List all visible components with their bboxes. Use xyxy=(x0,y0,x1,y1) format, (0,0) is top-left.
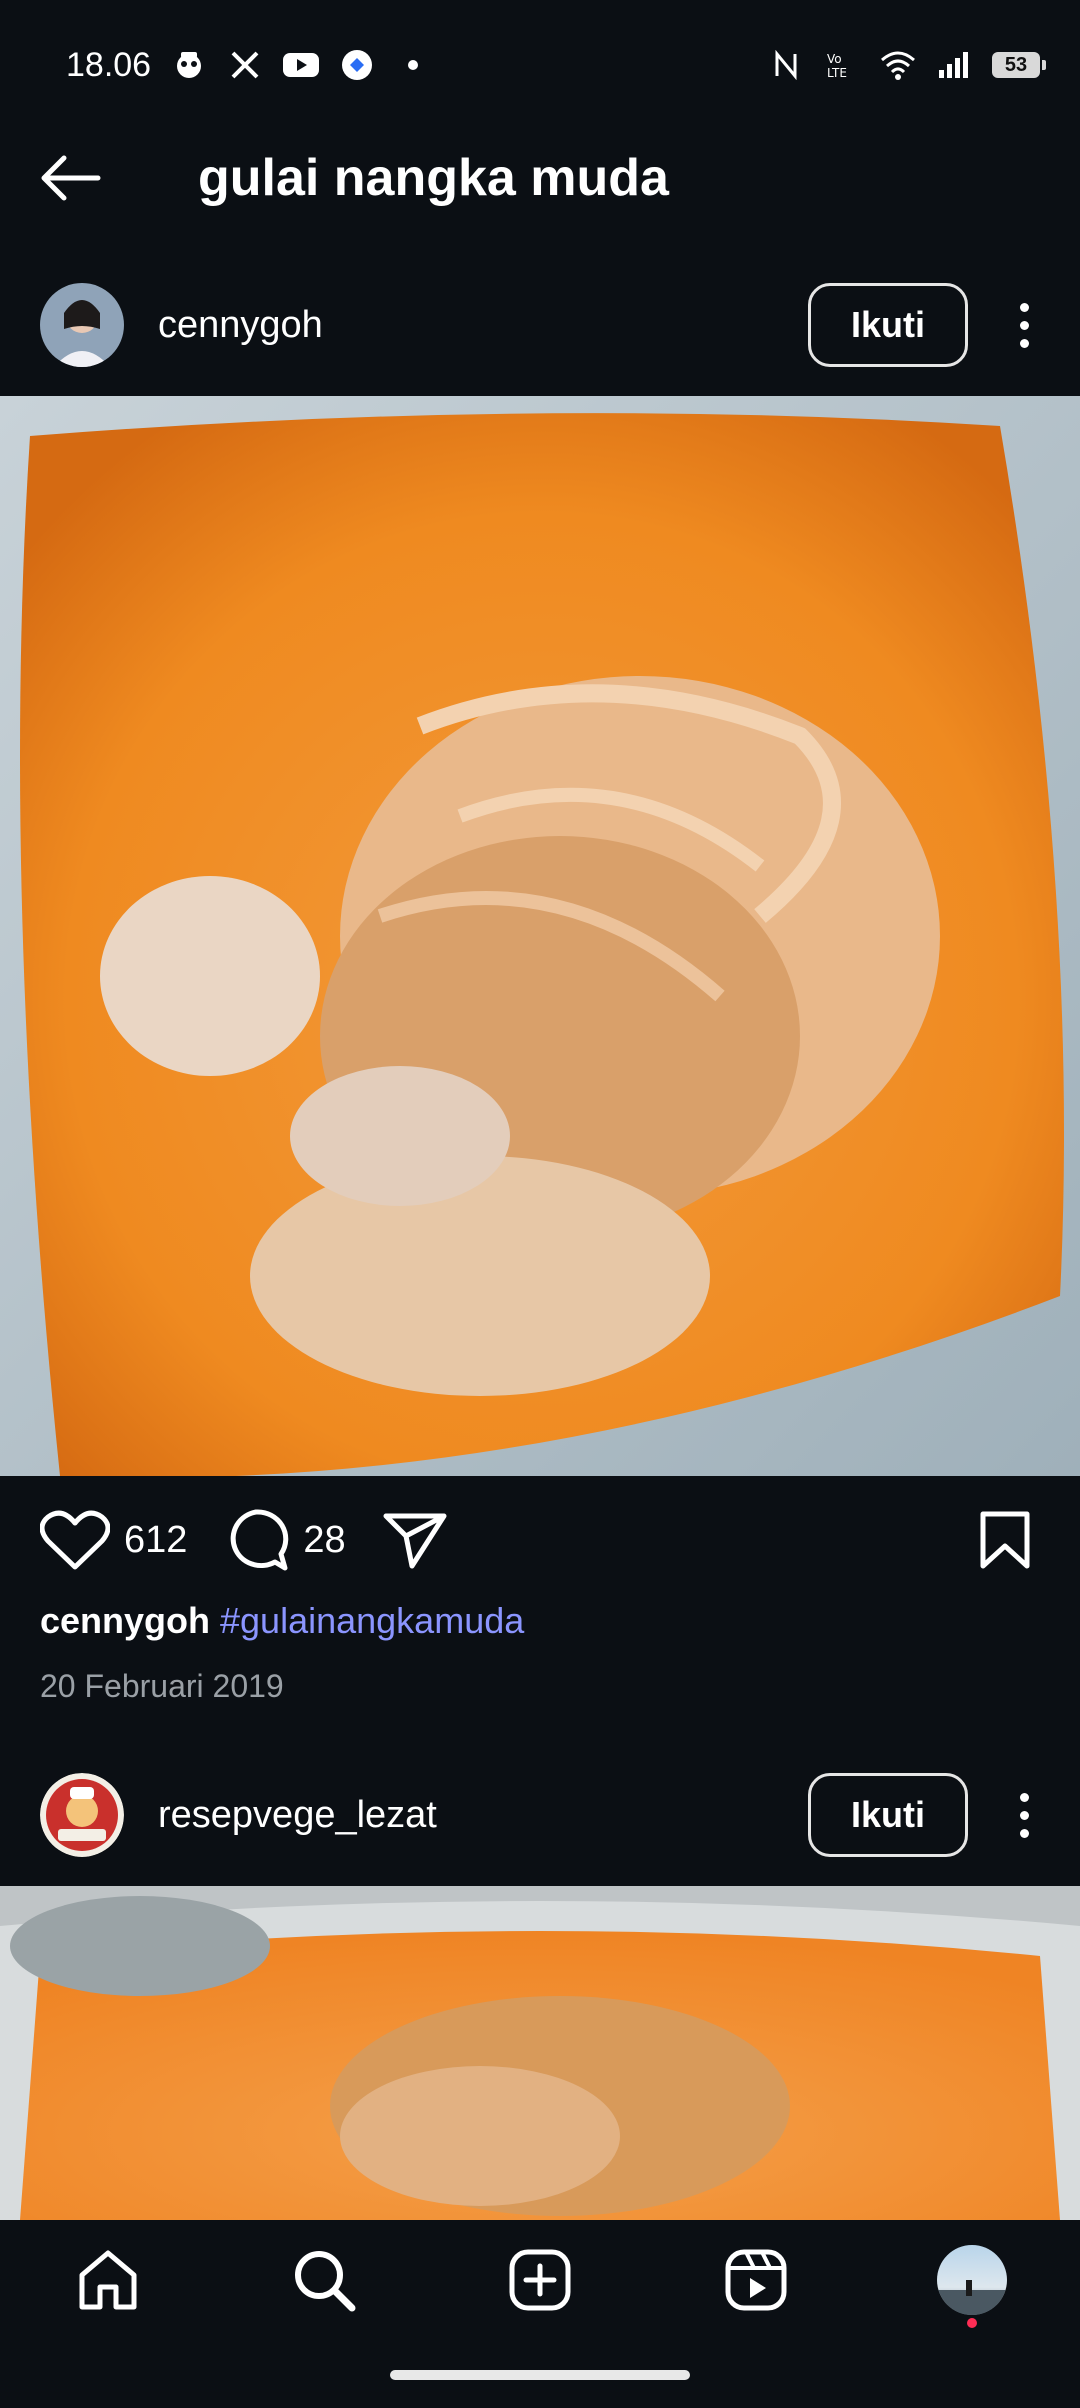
comment-icon xyxy=(231,1509,289,1571)
post-caption: cennygoh #gulainangkamuda xyxy=(40,1600,524,1642)
app-icon xyxy=(171,47,207,83)
nav-create[interactable] xyxy=(490,2230,590,2330)
save-button[interactable] xyxy=(978,1510,1032,1570)
nfc-icon xyxy=(768,47,804,83)
comment-action[interactable]: 28 xyxy=(223,1508,346,1572)
send-icon xyxy=(383,1513,447,1569)
arrow-left-icon xyxy=(41,155,101,201)
dot-icon xyxy=(395,47,431,83)
like-action[interactable]: 612 xyxy=(40,1509,187,1571)
more-options-button[interactable] xyxy=(1004,283,1044,367)
more-dot-icon xyxy=(1019,1810,1029,1820)
post-actions: 612 28 xyxy=(0,1480,1080,1600)
caption-hashtag[interactable]: #gulainangkamuda xyxy=(220,1600,524,1641)
more-dot-icon xyxy=(1019,1828,1029,1838)
nav-reels[interactable] xyxy=(706,2230,806,2330)
home-indicator-bar[interactable] xyxy=(390,2370,690,2380)
nav-home[interactable] xyxy=(58,2230,158,2330)
avatar[interactable] xyxy=(40,283,124,367)
more-dot-icon xyxy=(1019,302,1029,312)
status-time: 18.06 xyxy=(66,45,152,84)
search-icon xyxy=(295,2251,356,2312)
page-title: gulai nangka muda xyxy=(198,149,669,207)
status-right: Vo LTE 53 xyxy=(768,47,1046,83)
status-left: 18.06 xyxy=(66,46,431,85)
x-icon xyxy=(227,47,263,83)
status-bar: 18.06 Vo LTE 53 xyxy=(0,0,1080,130)
youtube-icon xyxy=(283,47,320,83)
wifi-icon xyxy=(880,47,916,83)
follow-button[interactable]: Ikuti xyxy=(808,283,968,367)
post-username[interactable]: resepvege_lezat xyxy=(158,1794,808,1837)
signal-icon xyxy=(936,47,972,83)
bookmark-icon xyxy=(980,1511,1030,1569)
battery-indicator: 53 xyxy=(992,52,1046,78)
share-button[interactable] xyxy=(382,1510,448,1570)
post-image[interactable] xyxy=(0,1886,1080,2220)
heart-icon xyxy=(40,1510,110,1570)
more-dot-icon xyxy=(1019,338,1029,348)
svg-text:Vo: Vo xyxy=(827,52,842,66)
svg-text:LTE: LTE xyxy=(827,66,847,80)
like-count: 612 xyxy=(124,1518,188,1561)
app-icon-2 xyxy=(339,47,375,83)
reels-icon xyxy=(725,2249,787,2311)
home-icon xyxy=(79,2250,137,2310)
post-header: cennygoh Ikuti xyxy=(0,270,1080,380)
avatar[interactable] xyxy=(40,1773,124,1857)
nav-search[interactable] xyxy=(274,2230,374,2330)
post-date: 20 Februari 2019 xyxy=(40,1668,284,1704)
volte-icon: Vo LTE xyxy=(824,47,860,83)
caption-username[interactable]: cennygoh xyxy=(40,1600,210,1641)
more-dot-icon xyxy=(1019,1792,1029,1802)
post-username[interactable]: cennygoh xyxy=(158,304,808,347)
create-icon xyxy=(509,2249,571,2311)
follow-button[interactable]: Ikuti xyxy=(808,1773,968,1857)
comment-count: 28 xyxy=(303,1518,346,1561)
more-options-button[interactable] xyxy=(1004,1773,1044,1857)
notification-dot xyxy=(967,2318,977,2328)
back-button[interactable] xyxy=(0,130,140,226)
bottom-navigation xyxy=(0,2220,1080,2340)
top-header: gulai nangka muda xyxy=(0,130,1080,226)
profile-avatar xyxy=(937,2245,1007,2315)
more-dot-icon xyxy=(1019,320,1029,330)
post-header: resepvege_lezat Ikuti xyxy=(0,1760,1080,1870)
nav-profile[interactable] xyxy=(922,2230,1022,2330)
post-image[interactable] xyxy=(0,396,1080,1476)
